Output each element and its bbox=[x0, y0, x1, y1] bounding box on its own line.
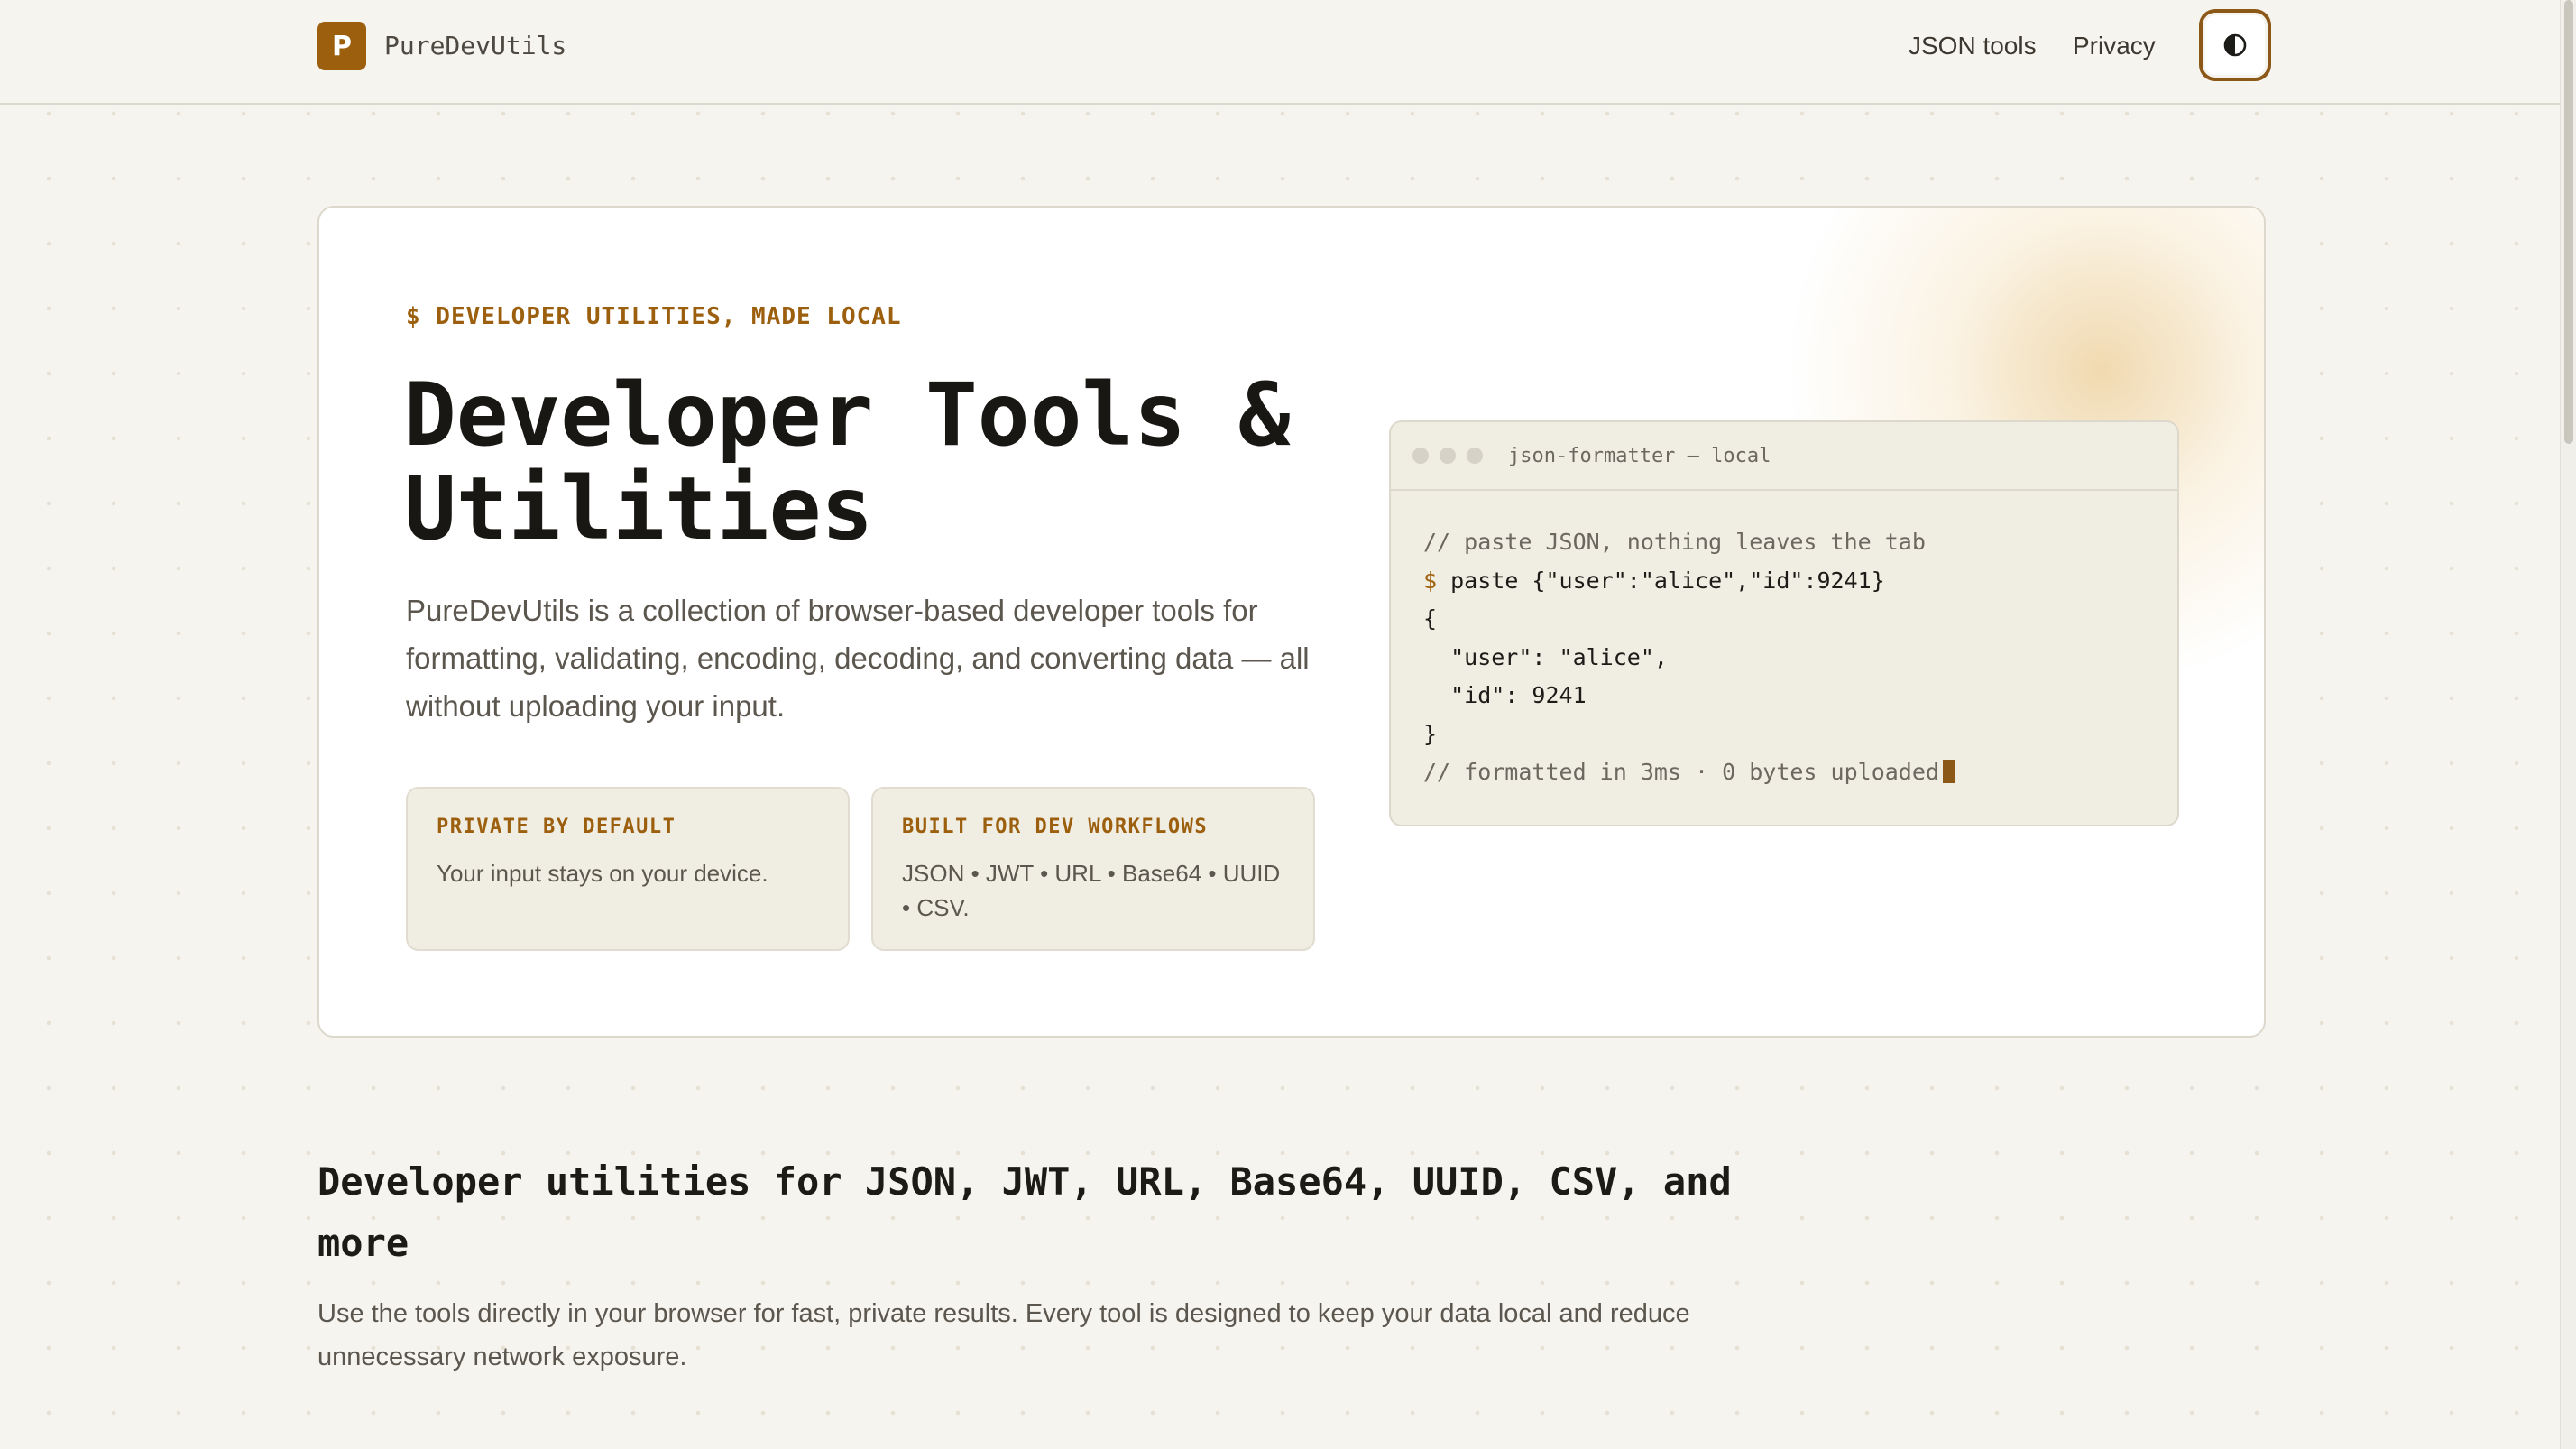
hero-description: PureDevUtils is a collection of browser-… bbox=[406, 594, 1310, 723]
feature-title: BUILT FOR DEV WORKFLOWS bbox=[902, 816, 1209, 838]
json-line: { bbox=[1423, 605, 1438, 632]
prompt-symbol: $ bbox=[1423, 567, 1438, 594]
brand-link[interactable]: PureDevUtils bbox=[384, 27, 566, 65]
site-header: P PureDevUtils JSON tools Privacy bbox=[0, 0, 2560, 105]
window-dot-icon bbox=[1467, 448, 1483, 464]
nav-json-tools[interactable]: JSON tools bbox=[1909, 27, 2037, 65]
nav-privacy[interactable]: Privacy bbox=[2073, 27, 2156, 65]
terminal-title-bar: json-formatter — local bbox=[1391, 422, 2177, 491]
section-title: Developer utilities for JSON, JWT, URL, … bbox=[317, 1159, 1732, 1265]
feature-text: JSON • JWT • URL • Base64 • UUID • CSV. bbox=[902, 860, 1281, 921]
terminal-status-line: // formatted in 3ms · 0 bytes uploaded bbox=[1423, 753, 2145, 792]
logo-icon[interactable]: P bbox=[317, 22, 366, 70]
terminal-command: paste {"user":"alice","id":9241} bbox=[1437, 567, 1885, 594]
half-circle-contrast-icon bbox=[2223, 33, 2247, 57]
terminal-comment: // formatted in 3ms · 0 bytes uploaded bbox=[1423, 759, 1939, 785]
terminal-preview: json-formatter — local // paste JSON, no… bbox=[1389, 420, 2179, 826]
scrollbar-thumb[interactable] bbox=[2564, 0, 2573, 444]
hero-card: $ DEVELOPER UTILITIES, MADE LOCAL Develo… bbox=[317, 206, 2266, 1038]
page-title: Developer Tools & Utilities bbox=[404, 368, 1351, 556]
terminal-command-line: $ paste {"user":"alice","id":9241} bbox=[1423, 562, 2145, 601]
feature-card-private: PRIVATE BY DEFAULT Your input stays on y… bbox=[406, 787, 850, 951]
json-line: } bbox=[1423, 720, 1438, 747]
terminal-comment: // paste JSON, nothing leaves the tab bbox=[1423, 529, 1926, 555]
feature-text: Your input stays on your device. bbox=[437, 860, 768, 887]
hero-eyebrow: $ DEVELOPER UTILITIES, MADE LOCAL bbox=[406, 303, 902, 330]
feature-card-workflows: BUILT FOR DEV WORKFLOWS JSON • JWT • URL… bbox=[871, 787, 1315, 951]
terminal-title: json-formatter — local bbox=[1508, 445, 1771, 467]
window-dot-icon bbox=[1412, 448, 1429, 464]
window-dot-icon bbox=[1440, 448, 1456, 464]
section-description: Use the tools directly in your browser f… bbox=[317, 1299, 1690, 1371]
cursor-block bbox=[1942, 760, 1955, 783]
page-title-line1: Developer Tools & bbox=[404, 365, 1291, 466]
feature-title: PRIVATE BY DEFAULT bbox=[437, 816, 676, 838]
json-line: "id": 9241 bbox=[1423, 682, 1587, 708]
theme-toggle-button[interactable] bbox=[2199, 9, 2271, 81]
json-line: "user": "alice", bbox=[1423, 643, 1668, 670]
terminal-body: // paste JSON, nothing leaves the tab $ p… bbox=[1391, 491, 2177, 792]
page-title-line2: Utilities bbox=[404, 458, 874, 559]
